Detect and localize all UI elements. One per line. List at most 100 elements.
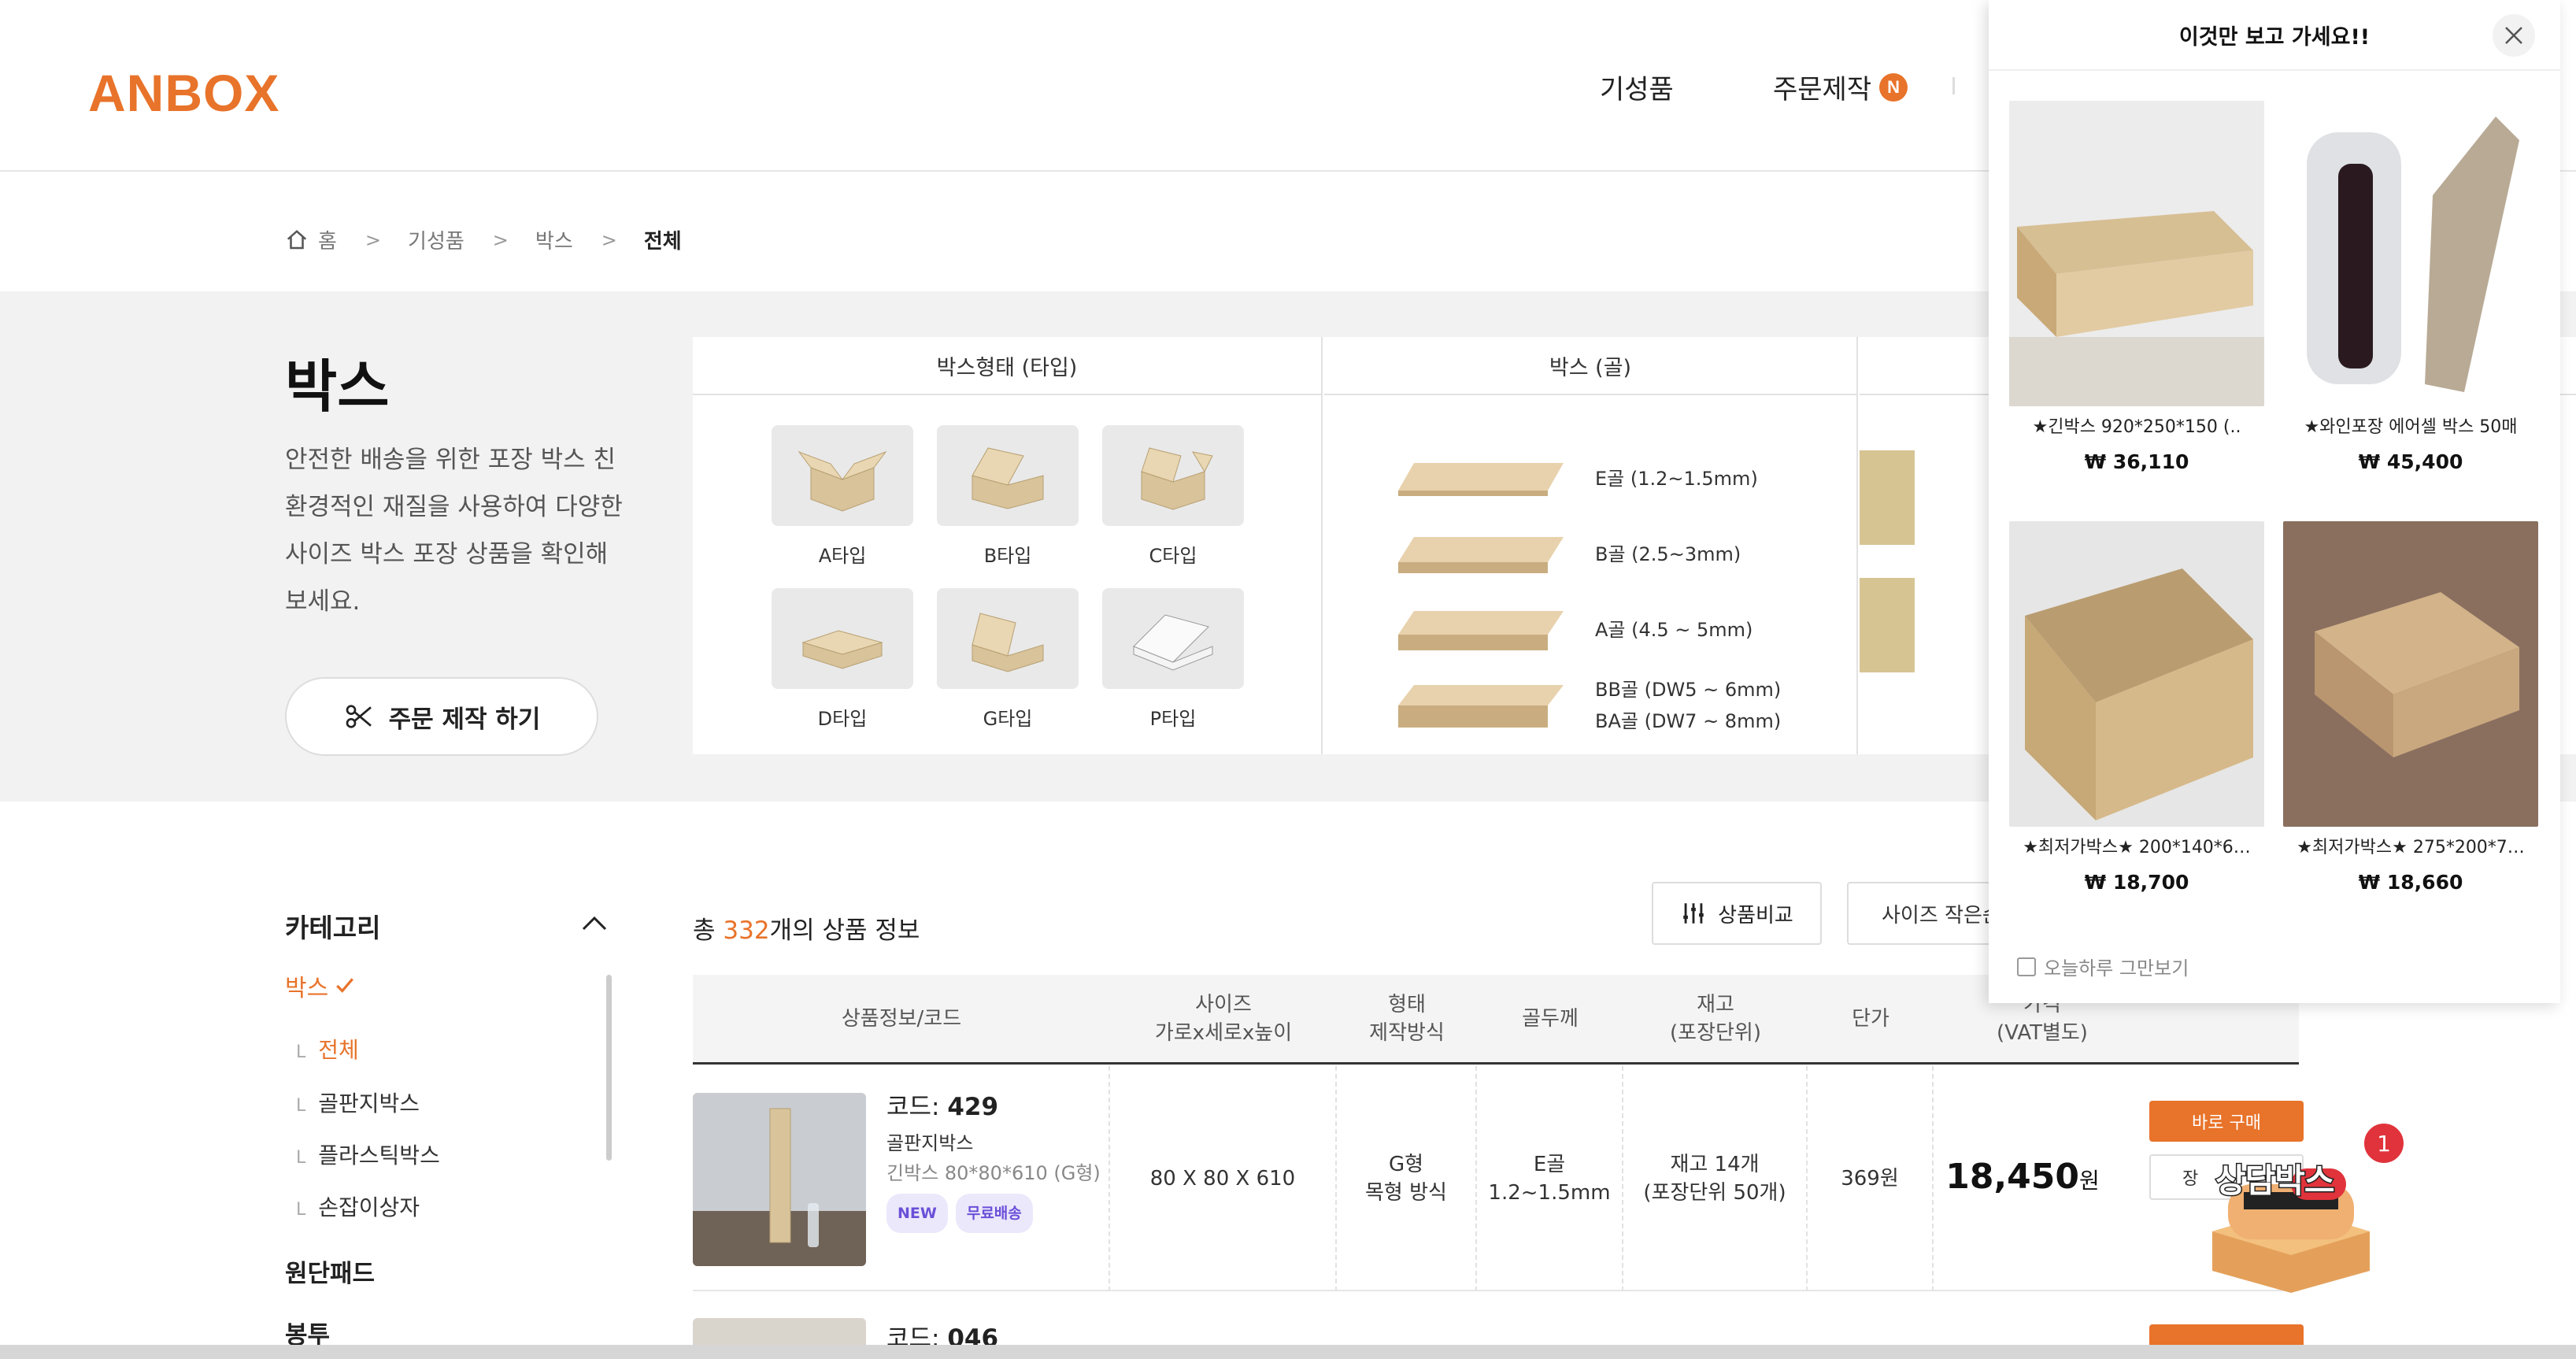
popup-product-name: ★최저가박스★ 200*140*6…: [2023, 838, 2251, 857]
col-price-line2: (VAT별도): [1997, 1020, 2088, 1045]
category-list: 박스: [285, 968, 355, 1003]
chevron-right-icon: >: [492, 228, 509, 251]
gol-a[interactable]: A골 (4.5 ~ 5mm): [1390, 592, 1781, 668]
product-thumbnail[interactable]: [693, 1093, 866, 1266]
category-sub-all[interactable]: L 전체: [296, 1033, 359, 1065]
compare-button-label: 상품비교: [1718, 903, 1793, 928]
category-box[interactable]: 박스: [285, 968, 355, 1003]
box-p-icon: [1102, 588, 1244, 689]
box-type-column: 박스형태 (타입) A타입 B타입 C타입 D타입 G타입 P타입: [693, 337, 1323, 754]
box-type-c-label: C타입: [1149, 545, 1197, 567]
box-type-g[interactable]: G타입: [937, 588, 1079, 731]
category-sub-plastic[interactable]: L 플라스틱박스: [296, 1139, 440, 1170]
popup-product-price: ₩ 18,660: [2358, 871, 2463, 894]
horizontal-scrollbar[interactable]: [0, 1345, 2576, 1359]
category-sub-corrugated[interactable]: L 골판지박스: [296, 1087, 420, 1118]
compare-button[interactable]: 상품비교: [1652, 882, 1822, 945]
popup-product[interactable]: ★최저가박스★ 200*140*6… ₩ 18,700: [2009, 521, 2264, 894]
box-type-b-label: B타입: [983, 545, 1032, 567]
category-scrollbar[interactable]: [606, 975, 612, 1161]
product-name[interactable]: 긴박스 80*80*610 (G형): [886, 1159, 1101, 1187]
box-d-icon: [772, 588, 913, 689]
popup-product-name: ★와인포장 에어셀 박스 50매: [2304, 417, 2518, 437]
col-stock-line2: (포장단위): [1670, 1020, 1761, 1045]
box-gol-heading: 박스 (골): [1324, 337, 1856, 395]
custom-order-button[interactable]: 주문 제작 하기: [285, 677, 598, 756]
popup-product-price: ₩ 45,400: [2358, 450, 2463, 473]
category-box-label: 박스: [285, 975, 329, 1002]
product-gol: E골 1.2~1.5mm: [1477, 1066, 1623, 1291]
chat-label[interactable]: 상담박스: [2215, 1154, 2337, 1202]
category-sub-all-label: 전체: [318, 1037, 359, 1063]
breadcrumb-home[interactable]: 홈: [318, 225, 337, 254]
chevron-right-icon: >: [601, 228, 617, 251]
popup-product[interactable]: ★와인포장 에어셀 박스 50매 ₩ 45,400: [2283, 101, 2538, 473]
product-price-cell: 18,450원: [1934, 1066, 2112, 1291]
category-sub-handle-label: 손잡이상자: [318, 1194, 420, 1220]
popup-product-image[interactable]: [2009, 101, 2264, 406]
dismiss-checkbox[interactable]: [2017, 957, 2036, 976]
product-gol-thickness: 1.2~1.5mm: [1488, 1181, 1611, 1205]
gol-b[interactable]: B골 (2.5~3mm): [1390, 517, 1781, 592]
logo[interactable]: ANBOX: [88, 63, 279, 123]
table-row: 코드: 429 골판지박스 긴박스 80*80*610 (G형) NEW 무료배…: [693, 1066, 2304, 1291]
box-g-icon: [937, 588, 1079, 689]
popup-product-image[interactable]: [2283, 101, 2538, 406]
product-info-cell: 코드: 429 골판지박스 긴박스 80*80*610 (G형) NEW 무료배…: [693, 1066, 1110, 1291]
gol-e[interactable]: E골 (1.2~1.5mm): [1390, 441, 1781, 517]
chevron-up-icon[interactable]: [581, 913, 608, 932]
product-code-label: 코드:: [886, 1093, 948, 1121]
category-fabric-pad[interactable]: 원단패드: [285, 1253, 375, 1289]
gol-bb-label: BB골 (DW5 ~ 6mm): [1595, 679, 1782, 701]
nav-custom-order[interactable]: 주문제작 N: [1773, 68, 1908, 106]
new-badge: NEW: [886, 1194, 948, 1233]
popup-product-name: ★긴박스 920*250*150 (..: [2032, 417, 2241, 437]
home-icon[interactable]: [285, 228, 309, 252]
nav-ready-made[interactable]: 기성품: [1600, 68, 1674, 106]
nav-custom-order-label: 주문제작: [1773, 74, 1872, 106]
close-button[interactable]: [2493, 14, 2535, 57]
col-product-info: 상품정보/코드: [841, 1006, 962, 1031]
box-type-a-label: A타입: [818, 545, 867, 567]
category-title: 카테고리: [285, 913, 381, 943]
popup-title: 이것만 보고 가세요!!: [1989, 0, 2560, 71]
subitem-marker: L: [296, 1096, 306, 1116]
category-sub-handle[interactable]: L 손잡이상자: [296, 1191, 420, 1222]
box-type-c[interactable]: C타입: [1102, 425, 1244, 568]
breadcrumb-box[interactable]: 박스: [535, 225, 573, 254]
box-type-a[interactable]: A타입: [772, 425, 913, 568]
breadcrumb-current: 전체: [643, 230, 682, 254]
product-price-unit: 원: [2079, 1167, 2100, 1194]
product-stock-count: 재고 14개: [1670, 1153, 1760, 1176]
custom-order-label: 주문 제작 하기: [388, 705, 541, 734]
category-sub-corrugated-label: 골판지박스: [318, 1091, 420, 1116]
col-size: 사이즈 가로x세로x높이: [1110, 975, 1337, 1062]
popup-product[interactable]: ★긴박스 920*250*150 (.. ₩ 36,110: [2009, 101, 2264, 473]
product-price-value: 18,450: [1945, 1156, 2080, 1197]
corrugated-a-icon: [1398, 611, 1564, 650]
product-stock-unit: (포장단위 50개): [1643, 1181, 1786, 1205]
corrugated-b-icon: [1398, 537, 1564, 573]
dismiss-today[interactable]: 오늘하루 그만보기: [2017, 953, 2189, 980]
box-type-heading: 박스형태 (타입): [693, 337, 1321, 395]
col-size-line2: 가로x세로x높이: [1154, 1020, 1293, 1045]
popup-product-image[interactable]: [2009, 521, 2264, 827]
box-a-icon: [772, 425, 913, 526]
product-code-value: 429: [947, 1093, 999, 1121]
col-stock-line1: 재고: [1697, 992, 1734, 1016]
subitem-marker: L: [296, 1200, 306, 1220]
box-type-b[interactable]: B타입: [937, 425, 1079, 568]
product-code: 코드: 429: [886, 1093, 998, 1121]
popup-product-image[interactable]: [2283, 521, 2538, 827]
box-b-icon: [937, 425, 1079, 526]
box-type-d[interactable]: D타입: [772, 588, 913, 731]
popup-product-price: ₩ 18,700: [2084, 871, 2189, 894]
popup-product[interactable]: ★최저가박스★ 275*200*7… ₩ 18,660: [2283, 521, 2538, 894]
box-type-p[interactable]: P타입: [1102, 588, 1244, 731]
col-size-line1: 사이즈: [1195, 992, 1252, 1016]
breadcrumb-ready-made[interactable]: 기성품: [408, 225, 464, 254]
dismiss-label: 오늘하루 그만보기: [2044, 957, 2189, 979]
box-type-d-label: D타입: [817, 708, 868, 730]
gol-bb-ba[interactable]: BB골 (DW5 ~ 6mm) BA골 (DW7 ~ 8mm): [1390, 668, 1781, 743]
box-type-p-label: P타입: [1149, 708, 1197, 730]
